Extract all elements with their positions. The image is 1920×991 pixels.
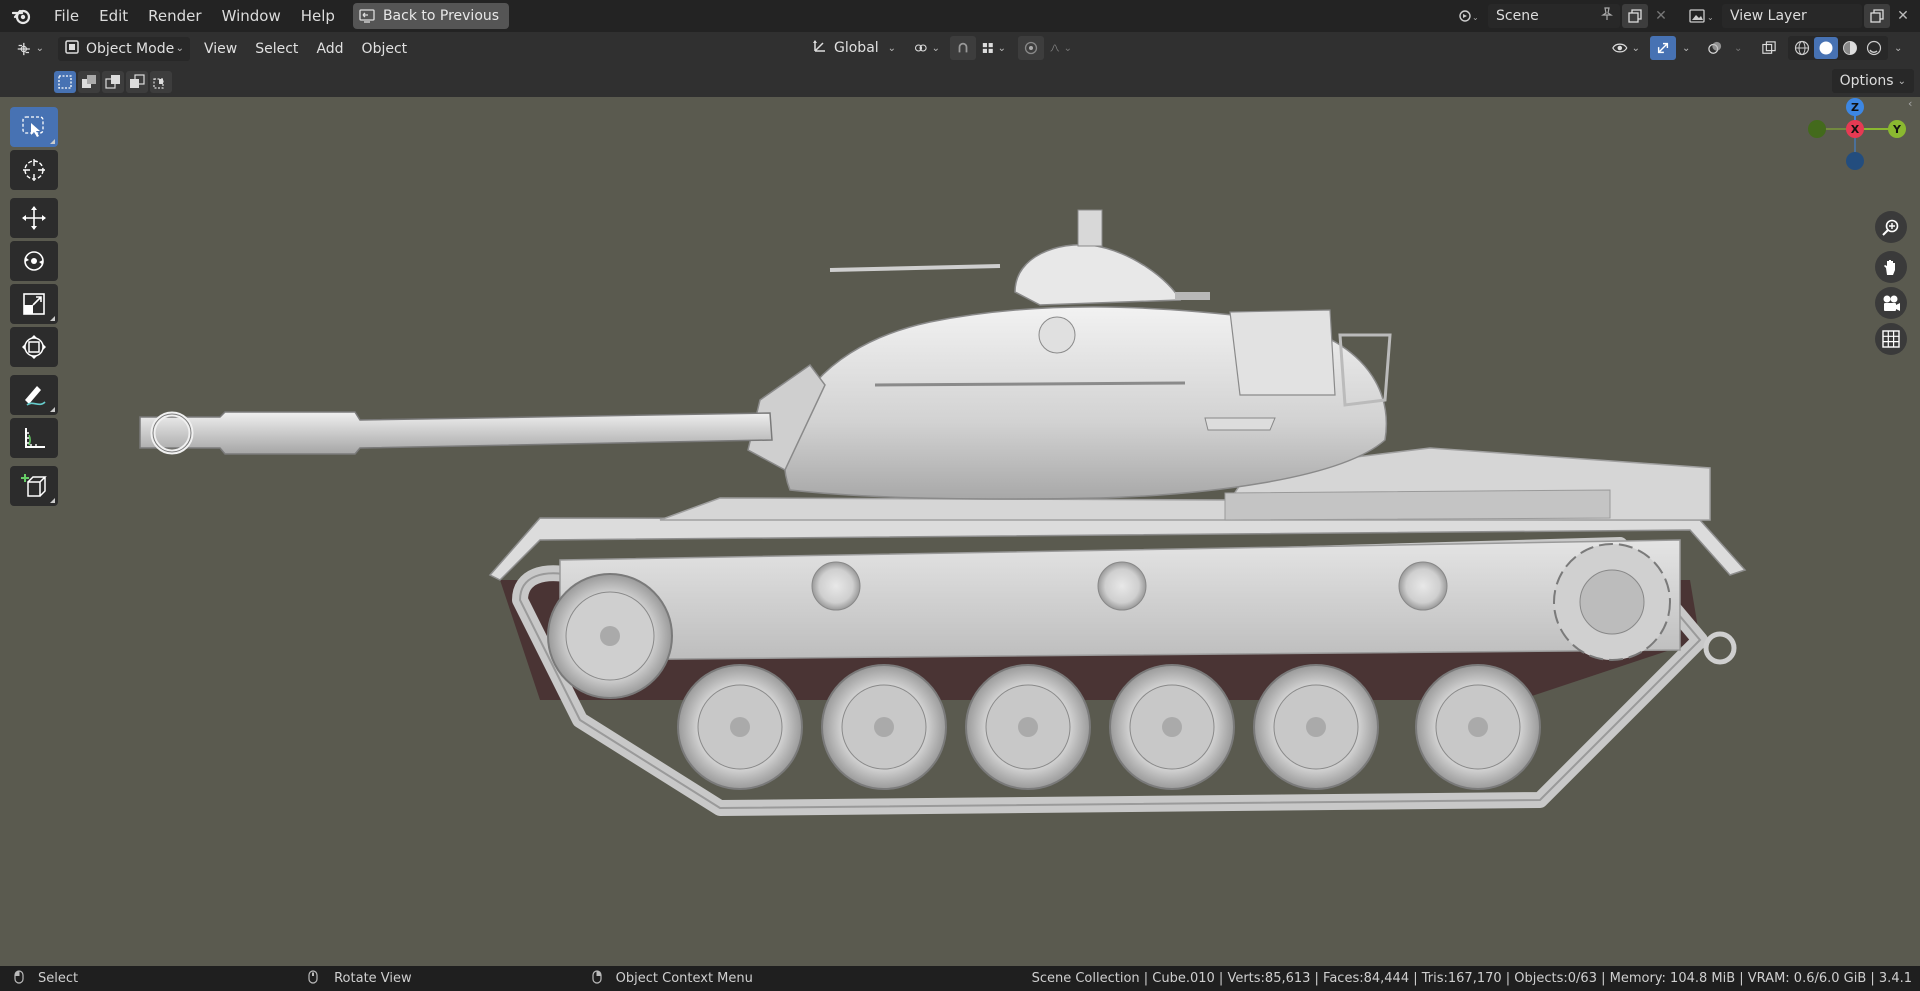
sidebar-toggle-icon[interactable]: ‹: [1908, 97, 1920, 111]
copy-icon[interactable]: [1622, 4, 1648, 28]
close-icon[interactable]: ✕: [1648, 4, 1674, 28]
solid-shading-icon[interactable]: [1814, 37, 1838, 59]
snap-icon[interactable]: [950, 36, 976, 60]
grid-icon[interactable]: [1875, 323, 1907, 355]
mode-label: Object Mode: [86, 40, 175, 57]
menu-window[interactable]: Window: [212, 0, 291, 32]
menu-object[interactable]: Object: [356, 37, 414, 61]
orientation-dropdown[interactable]: Global ⌄: [806, 36, 902, 60]
cursor-icon[interactable]: [10, 150, 58, 190]
view-layer-name: View Layer: [1730, 8, 1807, 24]
falloff-icon[interactable]: ⌄: [1044, 36, 1078, 60]
mouse-icon: [592, 969, 602, 988]
viewport-display-controls: ⌄ ⌄ ⌄ ⌄: [1606, 36, 1908, 60]
tank-model: [139, 209, 1747, 816]
scene-name: Scene: [1496, 8, 1539, 24]
svg-text:⌄: ⌄: [1707, 13, 1714, 22]
camera-icon[interactable]: [1875, 287, 1907, 319]
overlay-icon[interactable]: [1702, 36, 1728, 60]
scene-name-field[interactable]: Scene: [1488, 4, 1620, 28]
shading-dropdown[interactable]: ⌄: [1888, 36, 1908, 60]
wireframe-shading-icon[interactable]: [1790, 40, 1814, 56]
pin-icon[interactable]: [1600, 7, 1614, 25]
pivot-icon[interactable]: ⌄: [908, 36, 946, 60]
move-icon[interactable]: [10, 198, 58, 238]
scene-viewlayer-area: ⌄ Scene ✕ ⌄ View Layer ✕: [1450, 0, 1920, 32]
select-box-icon[interactable]: [10, 107, 58, 147]
mouse-icon: [14, 969, 24, 988]
xray-icon[interactable]: [1756, 36, 1782, 60]
scale-icon[interactable]: [10, 284, 58, 324]
annotate-icon[interactable]: [10, 375, 58, 415]
editor-type-icon[interactable]: ⌄: [10, 37, 50, 61]
menu-help[interactable]: Help: [291, 0, 345, 32]
blender-logo-icon[interactable]: [0, 0, 44, 32]
menu-file[interactable]: File: [44, 0, 89, 32]
back-to-previous-label: Back to Previous: [382, 8, 500, 24]
options-dropdown[interactable]: Options ⌄: [1831, 69, 1914, 93]
scene-icon[interactable]: ⌄: [1450, 4, 1488, 28]
select-new-icon[interactable]: [54, 71, 76, 93]
zoom-icon[interactable]: [1875, 211, 1907, 243]
select-invert-icon[interactable]: [126, 71, 148, 93]
viewport-header: ⌄ Object Mode ⌄ View Select Add Object G…: [0, 32, 1920, 65]
select-mode-buttons: [54, 71, 172, 93]
proportional-icon[interactable]: [1018, 36, 1044, 60]
navigation-gizmo[interactable]: Z X Y: [1800, 97, 1910, 201]
svg-text:⌄: ⌄: [1472, 13, 1479, 22]
menu-select[interactable]: Select: [249, 37, 304, 61]
transform-controls: Global ⌄ ⌄ ⌄ ⌄: [806, 36, 1078, 60]
select-extend-icon[interactable]: [78, 71, 100, 93]
menu-edit[interactable]: Edit: [89, 0, 138, 32]
tool-header: Options ⌄: [0, 65, 1920, 97]
status-bar: Select Rotate View Object Context Menu S…: [0, 966, 1920, 991]
gizmo-z-axis[interactable]: Z: [1846, 98, 1864, 116]
view-layer-icon[interactable]: ⌄: [1682, 4, 1722, 28]
orientation-label: Global: [834, 40, 879, 56]
add-cube-icon[interactable]: [10, 466, 58, 506]
3d-viewport[interactable]: Z X Y ‹: [0, 97, 1920, 966]
back-to-previous-button[interactable]: Back to Previous: [352, 3, 510, 29]
close-icon[interactable]: ✕: [1890, 4, 1916, 28]
menu-add[interactable]: Add: [310, 37, 349, 61]
scene-statistics: Scene Collection | Cube.010 | Verts:85,6…: [1031, 971, 1912, 986]
options-label: Options: [1839, 73, 1894, 89]
rotate-icon[interactable]: [10, 241, 58, 281]
overlay-dropdown[interactable]: ⌄: [1728, 36, 1748, 60]
visibility-icon[interactable]: ⌄: [1606, 36, 1646, 60]
measure-icon[interactable]: [10, 418, 58, 458]
main-menu: File Edit Render Window Help: [44, 0, 345, 32]
copy-icon[interactable]: [1864, 4, 1890, 28]
transform-icon[interactable]: [10, 327, 58, 367]
mode-dropdown[interactable]: Object Mode ⌄: [58, 36, 190, 61]
object-mode-icon: [64, 39, 80, 59]
menu-render[interactable]: Render: [138, 0, 211, 32]
top-menu-bar: File Edit Render Window Help Back to Pre…: [0, 0, 1920, 32]
status-rotate-hint: Rotate View: [334, 971, 412, 986]
gizmo-dropdown[interactable]: ⌄: [1676, 36, 1696, 60]
status-context-hint: Object Context Menu: [615, 971, 753, 986]
menu-view[interactable]: View: [198, 37, 243, 61]
mouse-icon: [308, 969, 318, 988]
gizmo-icon[interactable]: [1650, 36, 1676, 60]
snap-grid-icon[interactable]: ⌄: [976, 36, 1012, 60]
back-icon: [359, 9, 375, 23]
gizmo-x-axis[interactable]: X: [1846, 120, 1864, 138]
select-subtract-icon[interactable]: [102, 71, 124, 93]
shading-modes: [1788, 36, 1888, 60]
status-select-hint: Select: [38, 971, 79, 986]
select-intersect-icon[interactable]: [150, 71, 172, 93]
material-shading-icon[interactable]: [1838, 40, 1862, 56]
rendered-shading-icon[interactable]: [1862, 40, 1886, 56]
view-layer-field[interactable]: View Layer: [1722, 4, 1862, 28]
orientation-icon: [812, 38, 828, 58]
hand-pan-icon[interactable]: [1875, 251, 1907, 283]
tool-shelf: [10, 107, 58, 509]
gizmo-y-axis[interactable]: Y: [1888, 120, 1906, 138]
